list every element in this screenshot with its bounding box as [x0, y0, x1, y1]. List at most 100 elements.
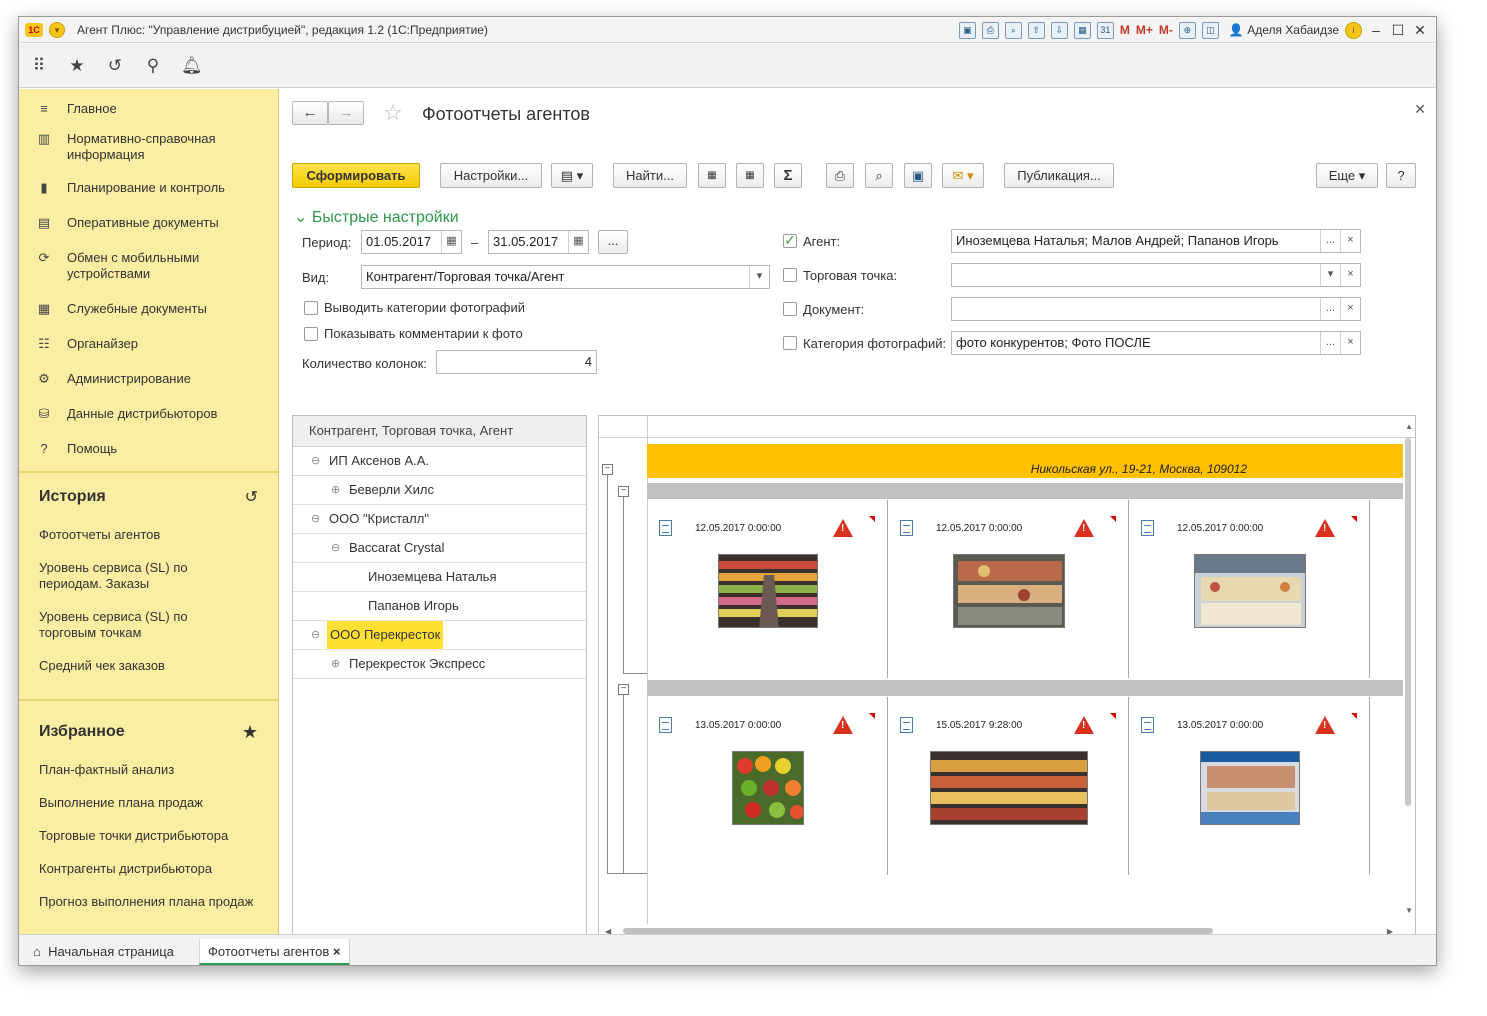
collapse-icon[interactable]: ⊖	[311, 447, 323, 475]
generate-button[interactable]: Сформировать	[292, 163, 420, 188]
panels-icon[interactable]: ◫	[1201, 21, 1219, 39]
memory-m-button[interactable]: M	[1120, 23, 1130, 37]
collapse-icon[interactable]: ⊖	[311, 505, 323, 533]
help-button[interactable]: ?	[1386, 163, 1416, 188]
favorite-item[interactable]: Контрагенты дистрибьютора	[19, 861, 278, 877]
document-icon[interactable]	[1141, 717, 1154, 733]
section-reference[interactable]: ▥ Нормативно-справочная информация	[19, 123, 278, 171]
history-icon[interactable]: ↺	[245, 487, 258, 507]
section-planning[interactable]: ▮ Планирование и контроль	[19, 171, 278, 202]
section-help[interactable]: ? Помощь	[19, 428, 278, 463]
photo-cell[interactable]: 13.05.2017 0:00:00 !	[1129, 697, 1370, 875]
columns-field[interactable]: 4	[436, 350, 597, 374]
calculator-icon[interactable]: ▦	[1073, 21, 1091, 39]
category-checkbox[interactable]	[783, 336, 797, 350]
outline-collapse-icon[interactable]: −	[618, 486, 629, 497]
document-field[interactable]: ... ×	[951, 297, 1361, 321]
main-menu-icon[interactable]: ▾	[49, 21, 65, 38]
section-organizer[interactable]: ☷ Органайзер	[19, 323, 278, 358]
zoom-icon[interactable]: ⊕	[1178, 21, 1196, 39]
tree-row-selected[interactable]: ⊖ ООО Перекресток	[293, 621, 586, 650]
document-icon[interactable]	[659, 520, 672, 536]
show-categories-checkbox[interactable]	[304, 301, 318, 315]
document-icon[interactable]	[900, 717, 913, 733]
memory-mminus-button[interactable]: M-	[1159, 23, 1173, 37]
period-from-field[interactable]: 01.05.2017 ▦	[361, 230, 462, 254]
scroll-down-icon[interactable]: ▼	[1405, 906, 1413, 915]
tree-row[interactable]: ⊖ Baccarat Crystal	[293, 534, 586, 563]
maximize-icon[interactable]: ☐	[1390, 22, 1406, 39]
sections-grid-icon[interactable]: ⠿	[29, 56, 49, 76]
section-distributors[interactable]: ⛁ Данные дистрибьюторов	[19, 393, 278, 428]
favorites-star-icon[interactable]: ★	[67, 56, 87, 76]
save-icon[interactable]: ▣	[904, 163, 932, 188]
section-service-docs[interactable]: ▦ Служебные документы	[19, 288, 278, 323]
clear-icon[interactable]: ×	[1340, 230, 1360, 252]
document-checkbox[interactable]	[783, 302, 797, 316]
period-to-field[interactable]: 31.05.2017 ▦	[488, 230, 589, 254]
outline-collapse-icon[interactable]: −	[618, 684, 629, 695]
photo-deli-counter[interactable]	[953, 554, 1065, 628]
find-button[interactable]: Найти...	[613, 163, 687, 188]
scroll-up-icon[interactable]: ▲	[1405, 422, 1413, 431]
expand-icon[interactable]: ⊕	[331, 476, 343, 504]
favorite-item[interactable]: Прогноз выполнения плана продаж	[19, 894, 278, 910]
document-icon[interactable]	[900, 520, 913, 536]
memory-mplus-button[interactable]: M+	[1136, 23, 1153, 37]
section-admin[interactable]: ⚙ Администрирование	[19, 358, 278, 393]
quick-settings-header[interactable]: ⌄ Быстрые настройки	[294, 207, 459, 227]
bell-icon[interactable]: 🔔︎	[181, 56, 203, 76]
section-main[interactable]: ≡ Главное	[19, 95, 278, 123]
show-comments-checkbox[interactable]	[304, 327, 318, 341]
section-mobile-exchange[interactable]: ⟳ Обмен с мобильными устройствами	[19, 237, 278, 288]
photo-vegetables[interactable]	[732, 751, 804, 825]
mail-icon[interactable]: ✉ ▾	[942, 163, 984, 188]
expand-icon[interactable]: ⊕	[331, 650, 343, 678]
photo-cell[interactable]: 12.05.2017 0:00:00 !	[647, 500, 888, 678]
tab-home[interactable]: ⌂ Начальная страница	[25, 939, 182, 965]
history-item[interactable]: Уровень сервиса (SL) по торговым точкам	[19, 609, 249, 641]
star-icon[interactable]: ★	[242, 722, 258, 743]
select-button[interactable]: ...	[1320, 230, 1340, 252]
favorite-item[interactable]: Торговые точки дистрибьютора	[19, 828, 278, 844]
tree-row[interactable]: ⊖ ООО "Кристалл"	[293, 505, 586, 534]
calendar-icon[interactable]: ▦	[568, 231, 588, 253]
document-icon[interactable]	[659, 717, 672, 733]
sum-button[interactable]: Σ	[774, 163, 802, 188]
select-button[interactable]: ...	[1320, 298, 1340, 320]
collapse-icon[interactable]: ⊖	[331, 534, 343, 562]
calendar-icon[interactable]: 31	[1096, 21, 1114, 39]
favorite-star-icon[interactable]: ☆	[383, 100, 403, 126]
chevron-down-icon[interactable]: ▾	[749, 266, 769, 288]
favorite-item[interactable]: Выполнение плана продаж	[19, 795, 278, 811]
group-collapse-icon[interactable]: ▦	[698, 163, 726, 188]
clear-icon[interactable]: ×	[1340, 332, 1360, 354]
minimize-icon[interactable]: –	[1368, 22, 1384, 38]
photo-showcase[interactable]	[1200, 751, 1300, 825]
calendar-icon[interactable]: ▦	[441, 231, 461, 253]
publish-button[interactable]: Публикация...	[1004, 163, 1114, 188]
tree-row[interactable]: Папанов Игорь	[293, 592, 586, 621]
agent-field[interactable]: Иноземцева Наталья; Малов Андрей; Папано…	[951, 229, 1361, 253]
photo-fridge-counter[interactable]	[1194, 554, 1306, 628]
period-select-button[interactable]: ...	[598, 230, 628, 254]
outline-collapse-icon[interactable]: −	[602, 464, 613, 475]
history-icon[interactable]: ↺	[105, 56, 125, 76]
settings-button[interactable]: Настройки...	[440, 163, 542, 188]
clear-icon[interactable]: ×	[1340, 298, 1360, 320]
photo-cell[interactable]: 13.05.2017 0:00:00 !	[647, 697, 888, 875]
favorite-item[interactable]: План-фактный анализ	[19, 762, 278, 778]
category-field[interactable]: фото конкурентов; Фото ПОСЛЕ... ×	[951, 331, 1361, 355]
save-icon[interactable]: ▣	[958, 21, 976, 39]
chevron-down-icon[interactable]: ▾	[1320, 264, 1340, 286]
print-icon[interactable]: ⎙	[981, 21, 999, 39]
outlet-checkbox[interactable]	[783, 268, 797, 282]
photo-cell[interactable]: 15.05.2017 9:28:00 !	[888, 697, 1129, 875]
upload-icon[interactable]: ⇧	[1027, 21, 1045, 39]
history-item[interactable]: Уровень сервиса (SL) по периодам. Заказы	[19, 560, 249, 592]
history-item[interactable]: Средний чек заказов	[19, 658, 278, 674]
variants-button[interactable]: ▤ ▾	[551, 163, 593, 188]
photo-cell[interactable]: 12.05.2017 0:00:00 !	[1129, 500, 1370, 678]
tree-row[interactable]: ⊕ Перекресток Экспресс	[293, 650, 586, 679]
tree-row[interactable]: Иноземцева Наталья	[293, 563, 586, 592]
